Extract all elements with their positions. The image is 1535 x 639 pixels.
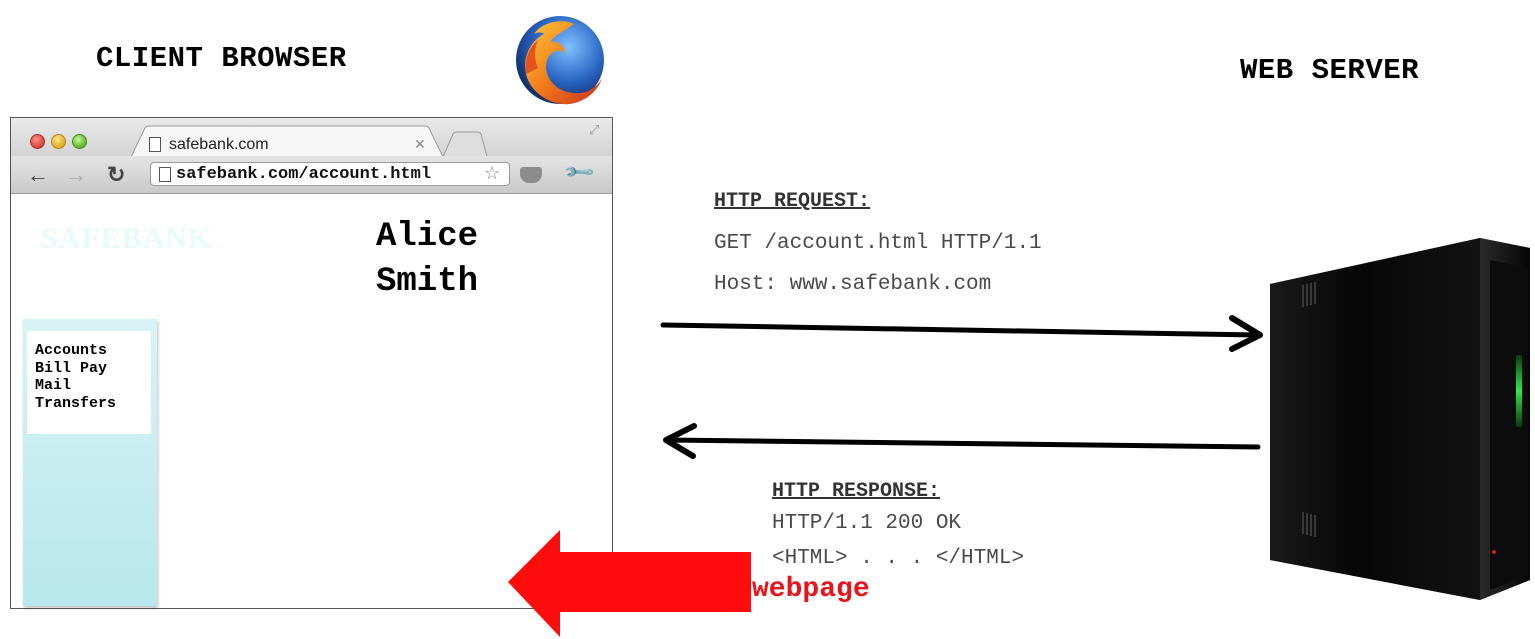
- response-arrow: [663, 423, 1261, 459]
- response-line-2: <HTML> . . . </HTML>: [772, 547, 1025, 570]
- request-arrow: [660, 315, 1263, 352]
- webpage-label: webpage: [752, 574, 870, 605]
- webpage-arrow: [508, 530, 751, 637]
- http-response-heading: HTTP RESPONSE:: [772, 480, 941, 503]
- diagram-overlay: [508, 238, 1530, 637]
- response-line-1: HTTP/1.1 200 OK: [772, 512, 962, 535]
- http-request-heading: HTTP REQUEST:: [714, 190, 871, 213]
- server-icon: [1270, 238, 1530, 600]
- request-line-2: Host: www.safebank.com: [714, 273, 992, 296]
- request-line-1: GET /account.html HTTP/1.1: [714, 232, 1042, 255]
